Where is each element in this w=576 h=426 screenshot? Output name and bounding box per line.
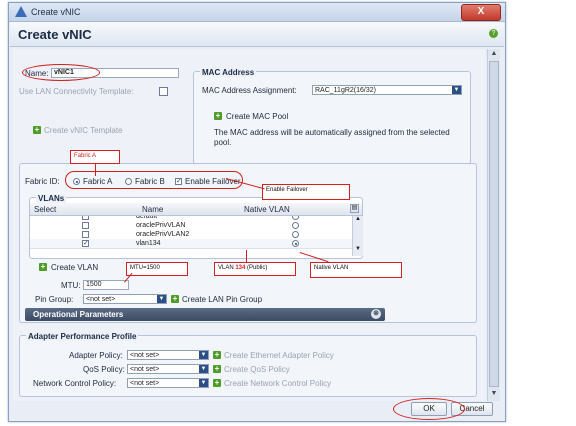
fabric-a-callout: Fabric A bbox=[70, 150, 120, 164]
header-name: Name bbox=[142, 205, 164, 214]
dialog-scrollbar[interactable]: ▲ ▼ bbox=[487, 49, 500, 401]
operational-parameters-label: Operational Parameters bbox=[33, 310, 124, 319]
name-annotation-oval bbox=[22, 64, 100, 81]
chevron-down-icon: ▼ bbox=[157, 295, 166, 303]
mac-assignment-value: RAC_11gR2(16/32) bbox=[315, 87, 376, 94]
create-template-link[interactable]: Create vNIC Template bbox=[44, 126, 123, 135]
create-adapter-policy-link[interactable]: Create Ethernet Adapter Policy bbox=[224, 351, 334, 360]
mtu-label: MTU: bbox=[61, 281, 81, 290]
expand-icon[interactable]: ⊗ bbox=[371, 309, 381, 319]
native-vlan-callout: Native VLAN bbox=[310, 262, 402, 278]
qos-policy-select[interactable]: <not set> ▼ bbox=[127, 364, 209, 374]
vlan-table-body: default oraclePrivVLAN oraclePrivVLAN2 ✓… bbox=[30, 216, 352, 256]
scroll-up-icon[interactable]: ▲ bbox=[488, 49, 500, 59]
use-template-label: Use LAN Connectivity Template: bbox=[19, 87, 134, 96]
scroll-thumb[interactable] bbox=[489, 61, 499, 387]
scroll-down-icon[interactable]: ▼ bbox=[353, 246, 363, 252]
dialog-header: Create vNIC ? bbox=[10, 22, 504, 47]
help-icon[interactable]: ? bbox=[489, 29, 498, 38]
title-bar[interactable]: Create vNIC X bbox=[9, 3, 505, 22]
close-button[interactable]: X bbox=[461, 4, 501, 21]
pin-group-value: <not set> bbox=[86, 296, 116, 303]
use-template-checkbox[interactable] bbox=[159, 87, 168, 96]
fabric-id-label: Fabric ID: bbox=[25, 177, 60, 186]
network-control-policy-select[interactable]: <not set> ▼ bbox=[127, 378, 209, 388]
mac-assignment-label: MAC Address Assignment: bbox=[202, 86, 297, 95]
mac-info-text: The MAC address will be automatically as… bbox=[214, 128, 450, 147]
app-icon bbox=[15, 6, 27, 17]
native-vlan-radio[interactable] bbox=[292, 231, 299, 238]
vlan-select-checkbox[interactable] bbox=[82, 231, 89, 238]
ok-annotation-oval bbox=[393, 398, 465, 420]
vlan-134-callout: VLAN 134 (Public) bbox=[214, 262, 296, 276]
create-qos-policy-link[interactable]: Create QoS Policy bbox=[224, 365, 290, 374]
dialog-window: Create vNIC X Create vNIC ? Name: vNIC1 … bbox=[8, 2, 506, 422]
vlan-name: vlan134 bbox=[136, 240, 161, 247]
table-row[interactable]: ✓ vlan134 bbox=[30, 239, 352, 249]
mac-group-title: MAC Address bbox=[200, 68, 257, 77]
native-vlan-radio[interactable] bbox=[292, 216, 299, 220]
chevron-down-icon: ▼ bbox=[199, 365, 208, 373]
add-icon: + bbox=[213, 364, 221, 373]
page-title: Create vNIC bbox=[18, 27, 92, 42]
add-icon: + bbox=[39, 262, 47, 271]
header-select: Select bbox=[34, 205, 57, 214]
create-mac-pool-link[interactable]: Create MAC Pool bbox=[226, 112, 288, 121]
vlan-select-checkbox[interactable] bbox=[82, 216, 89, 220]
create-pin-group-link[interactable]: Create LAN Pin Group bbox=[182, 295, 262, 304]
pin-group-select[interactable]: <not set> ▼ bbox=[83, 294, 167, 304]
vlan-select-checkbox[interactable]: ✓ bbox=[82, 240, 89, 247]
native-vlan-radio[interactable] bbox=[292, 222, 299, 229]
form-content: Name: vNIC1 Use LAN Connectivity Templat… bbox=[13, 49, 485, 401]
add-icon: + bbox=[213, 378, 221, 387]
network-control-policy-value: <not set> bbox=[130, 380, 160, 387]
scroll-down-icon[interactable]: ▼ bbox=[488, 389, 500, 399]
qos-policy-value: <not set> bbox=[130, 366, 160, 373]
vlans-group: VLANs Select Name Native VLAN ▤ default … bbox=[29, 194, 363, 259]
mtu-callout: MTU=1500 bbox=[126, 262, 188, 276]
adapter-policy-select[interactable]: <not set> ▼ bbox=[127, 350, 209, 360]
mac-assignment-select[interactable]: RAC_11gR2(16/32) ▼ bbox=[312, 85, 462, 95]
vlan-callout-suffix: (Public) bbox=[245, 265, 268, 271]
add-icon: + bbox=[214, 111, 222, 120]
callout-line bbox=[95, 164, 96, 176]
fabric-annotation-oval bbox=[65, 171, 243, 189]
adapter-policy-label: Adapter Policy: bbox=[69, 351, 123, 360]
network-control-policy-label: Network Control Policy: bbox=[33, 379, 117, 388]
adapter-policy-value: <not set> bbox=[130, 352, 160, 359]
vlan-name: default bbox=[136, 216, 158, 220]
vlan-table-scrollbar[interactable]: ▲ ▼ bbox=[352, 216, 363, 256]
add-icon: + bbox=[171, 294, 179, 303]
adapter-group-title: Adapter Performance Profile bbox=[26, 332, 139, 341]
vlan-callout-prefix: VLAN bbox=[218, 265, 236, 271]
pin-group-label: Pin Group: bbox=[35, 295, 74, 304]
callout-line bbox=[246, 250, 247, 262]
operational-parameters-bar[interactable]: Operational Parameters ⊗ bbox=[25, 308, 385, 321]
chevron-down-icon: ▼ bbox=[452, 86, 461, 94]
chevron-down-icon: ▼ bbox=[199, 351, 208, 359]
chevron-down-icon: ▼ bbox=[199, 379, 208, 387]
add-icon: + bbox=[213, 350, 221, 359]
scroll-up-icon[interactable]: ▲ bbox=[353, 216, 363, 222]
enable-failover-callout: Enable Failover bbox=[262, 184, 350, 200]
qos-policy-label: QoS Policy: bbox=[83, 365, 125, 374]
mtu-input[interactable]: 1500 bbox=[83, 280, 129, 290]
column-chooser-icon[interactable]: ▤ bbox=[350, 204, 359, 213]
native-vlan-radio[interactable] bbox=[292, 240, 299, 247]
vlan-table-header: Select Name Native VLAN ▤ bbox=[30, 203, 362, 216]
add-icon: + bbox=[33, 125, 41, 134]
vlans-title: VLANs bbox=[36, 194, 67, 203]
mac-address-group: MAC Address MAC Address Assignment: RAC_… bbox=[193, 68, 471, 165]
create-network-control-policy-link[interactable]: Create Network Control Policy bbox=[224, 379, 331, 388]
vlan-name: oraclePrivVLAN2 bbox=[136, 231, 190, 238]
vlan-name: oraclePrivVLAN bbox=[136, 222, 186, 229]
vlan-select-checkbox[interactable] bbox=[82, 222, 89, 229]
vlan-callout-number: 134 bbox=[235, 265, 246, 271]
create-vlan-link[interactable]: Create VLAN bbox=[51, 263, 98, 272]
header-native-vlan: Native VLAN bbox=[244, 205, 290, 214]
window-title: Create vNIC bbox=[31, 7, 81, 17]
